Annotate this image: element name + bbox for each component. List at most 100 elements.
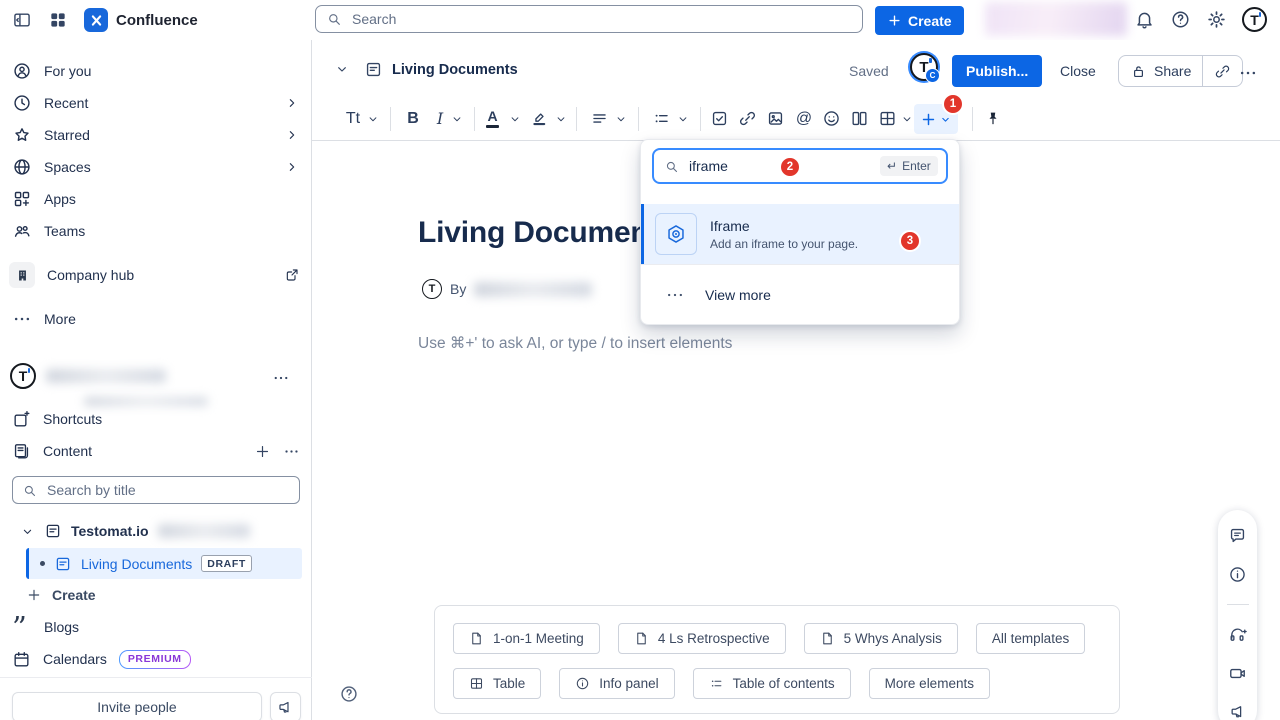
global-search-input[interactable] [350, 10, 852, 28]
sidebar-section-content[interactable]: Content [0, 435, 312, 467]
notifications-button[interactable] [1134, 9, 1155, 30]
text-format-dropdown[interactable] [450, 103, 464, 134]
share-button[interactable]: Share [1119, 56, 1202, 86]
sidebar-item-calendars[interactable]: Calendars PREMIUM [0, 643, 312, 675]
bullet-list-icon [709, 676, 724, 691]
task-list-button[interactable] [710, 103, 729, 134]
confluence-home-link[interactable]: Confluence [84, 8, 198, 32]
text-color-dropdown[interactable] [508, 103, 522, 134]
sidebar-item-apps[interactable]: Apps [0, 183, 312, 215]
sidebar-collapse-button[interactable] [12, 10, 32, 30]
chevron-down-icon[interactable] [20, 524, 35, 539]
table-of-contents-button[interactable]: Table of contents [693, 668, 851, 699]
text-align-button[interactable] [590, 103, 609, 134]
avatar-accent [929, 58, 932, 63]
sidebar-section-shortcuts[interactable]: Shortcuts [0, 403, 312, 435]
insert-table-button[interactable] [878, 103, 897, 134]
editor-help-button[interactable] [339, 684, 359, 704]
invite-people-button[interactable]: Invite people [12, 692, 262, 720]
annotation-badge-3: 3 [899, 230, 921, 252]
editor-placeholder[interactable]: Use ⌘+' to ask AI, or type / to insert e… [418, 334, 732, 353]
view-more-button[interactable]: View more [641, 265, 959, 324]
insert-link-button[interactable] [738, 103, 757, 134]
emoji-button[interactable] [822, 103, 841, 134]
add-content-button[interactable] [254, 443, 271, 460]
info-panel-button[interactable]: Info panel [559, 668, 674, 699]
add-shortcut-icon [12, 410, 31, 429]
save-status: Saved [849, 63, 889, 79]
comments-button[interactable] [1228, 526, 1247, 545]
document-icon [469, 631, 484, 646]
document-title[interactable]: Living Documents [418, 216, 675, 250]
text-style-button[interactable]: Tt [340, 103, 366, 134]
feedback-megaphone-button[interactable] [270, 692, 301, 720]
insert-image-button[interactable] [766, 103, 785, 134]
tree-item-space[interactable]: Testomat.io [0, 515, 312, 547]
sidebar-item-recent[interactable]: Recent [0, 87, 312, 119]
bell-icon [1134, 9, 1155, 30]
text-style-dropdown[interactable] [366, 103, 380, 134]
settings-button[interactable] [1206, 9, 1227, 30]
breadcrumb-collapse-button[interactable] [334, 61, 350, 77]
template-5whys-button[interactable]: 5 Whys Analysis [804, 623, 958, 654]
insert-table-shortcut-button[interactable]: Table [453, 668, 541, 699]
chevron-right-icon[interactable] [284, 127, 300, 143]
pin-icon [984, 110, 1002, 128]
page-more-actions-button[interactable] [1238, 63, 1258, 83]
create-button[interactable]: Create [875, 6, 964, 35]
sidebar-item-teams[interactable]: Teams [0, 215, 312, 247]
text-color-button[interactable]: A [486, 103, 499, 134]
chevron-right-icon[interactable] [284, 95, 300, 111]
space-avatar[interactable]: T [10, 363, 36, 389]
sidebar-item-more[interactable]: More [0, 303, 312, 335]
template-row-1: 1-on-1 Meeting 4 Ls Retrospective 5 Whys… [453, 623, 1101, 654]
template-4ls-button[interactable]: 4 Ls Retrospective [618, 623, 786, 654]
template-1on1-button[interactable]: 1-on-1 Meeting [453, 623, 600, 654]
text-align-dropdown[interactable] [614, 103, 628, 134]
pin-toolbar-button[interactable] [984, 103, 1002, 134]
details-button[interactable] [1228, 565, 1247, 584]
list-button[interactable] [652, 103, 671, 134]
video-button[interactable] [1228, 664, 1247, 683]
list-dropdown[interactable] [676, 103, 690, 134]
sidebar-item-blogs[interactable]: ” Blogs [0, 611, 312, 643]
template-suggestions-panel: 1-on-1 Meeting 4 Ls Retrospective 5 Whys… [434, 605, 1120, 714]
tree-item-current-page[interactable]: Living Documents DRAFT [26, 548, 302, 579]
collaborator-avatar[interactable]: T C [910, 53, 938, 81]
grid-icon [48, 10, 68, 30]
app-switcher-button[interactable] [48, 10, 68, 30]
user-avatar[interactable]: T [1242, 7, 1267, 32]
author-avatar[interactable]: T [422, 279, 442, 299]
left-sidebar: For you Recent Starred Spaces Apps Teams [0, 40, 312, 720]
close-button[interactable]: Close [1050, 55, 1106, 87]
annotation-badge-2: 2 [779, 156, 801, 178]
content-search-input[interactable] [45, 481, 290, 499]
mention-button[interactable]: @ [794, 103, 814, 134]
globe-icon [12, 157, 32, 177]
copy-link-button[interactable] [1203, 56, 1242, 86]
sidebar-item-company-hub[interactable]: Company hub [0, 259, 312, 291]
highlight-color-dropdown[interactable] [554, 103, 568, 134]
sidebar-item-for-you[interactable]: For you [0, 55, 312, 87]
highlight-color-button[interactable] [530, 103, 549, 134]
insert-item-description: Add an iframe to your page. [710, 237, 858, 251]
global-search[interactable] [315, 5, 863, 33]
italic-button[interactable]: I [432, 103, 448, 134]
bold-button[interactable]: B [402, 103, 424, 134]
sidebar-item-spaces[interactable]: Spaces [0, 151, 312, 183]
bullet-icon [40, 561, 45, 566]
space-more-button[interactable] [272, 369, 290, 387]
layouts-button[interactable] [850, 103, 869, 134]
publish-button[interactable]: Publish... [952, 55, 1042, 87]
all-templates-button[interactable]: All templates [976, 623, 1085, 654]
help-button[interactable] [1170, 9, 1191, 30]
announcements-button[interactable] [1229, 703, 1247, 720]
content-more-button[interactable] [283, 443, 300, 460]
more-elements-button[interactable]: More elements [869, 668, 990, 699]
content-search[interactable] [12, 476, 300, 504]
tree-create-button[interactable]: Create [0, 579, 312, 611]
audio-button[interactable] [1228, 625, 1247, 644]
table-dropdown[interactable] [900, 103, 914, 134]
chevron-right-icon[interactable] [284, 159, 300, 175]
sidebar-item-starred[interactable]: Starred [0, 119, 312, 151]
